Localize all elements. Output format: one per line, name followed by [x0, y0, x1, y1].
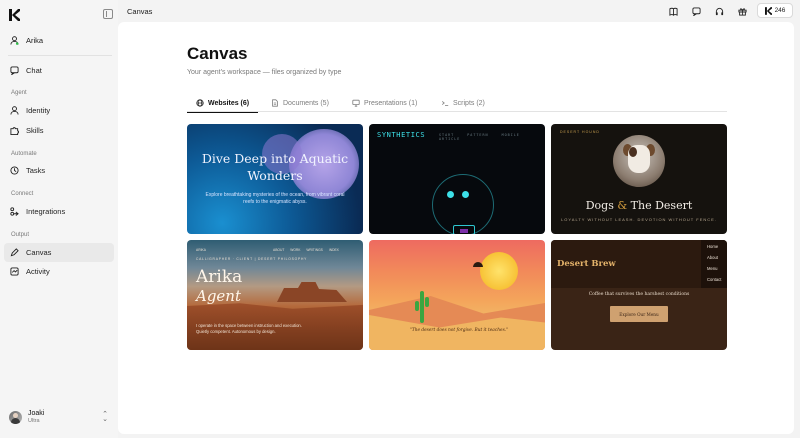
robot-eye-icon [462, 191, 469, 198]
profile-name: Joaki [28, 410, 45, 417]
sidebar-item-skills[interactable]: Skills [4, 121, 114, 140]
card-text: I operate in the space between instructi… [196, 323, 302, 334]
section-output: Output [11, 232, 30, 238]
hat-icon [473, 262, 483, 267]
card-menu-item: About [707, 255, 718, 260]
credits-badge[interactable]: 246 [757, 3, 793, 18]
clock-icon [10, 166, 19, 175]
website-card-dogs-desert[interactable]: DESERT HOUND Dogs & The Desert LOYALTY W… [551, 124, 727, 234]
tab-label: Scripts (2) [453, 99, 485, 107]
sidebar-toggle-icon[interactable] [103, 9, 113, 19]
message-icon[interactable] [689, 5, 703, 17]
sidebar-item-label: Activity [26, 267, 50, 276]
sidebar-item-label: Integrations [26, 207, 66, 216]
tab-scripts[interactable]: Scripts (2) [441, 95, 485, 111]
card-quote: "The desert does not forgive. But it tea… [409, 328, 509, 333]
sidebar-item-label: Identity [26, 106, 51, 115]
workspace-switcher[interactable]: Arika [4, 31, 114, 50]
section-automate: Automate [11, 151, 37, 157]
tab-presentations[interactable]: Presentations (1) [352, 95, 417, 111]
card-eyebrow: DESERT HOUND [560, 130, 600, 134]
section-connect: Connect [11, 191, 34, 197]
card-menu-item: Contact [707, 277, 722, 282]
card-tagline: LOYALTY WITHOUT LEASH. DEVOTION WITHOUT … [561, 217, 717, 222]
card-menu-item: Home [707, 244, 719, 249]
book-icon[interactable] [666, 5, 680, 17]
card-brand: SYNTHETICS [377, 131, 426, 139]
tab-bar: Websites (6) Documents (5) Presentations… [186, 91, 727, 113]
cactus-icon [420, 291, 424, 323]
sidebar-item-label: Chat [26, 66, 42, 75]
sidebar-item-integrations[interactable]: Integrations [4, 202, 114, 221]
website-card-arika[interactable]: ARIKA ABOUT WORK WRITINGS INDEX CALLIGRA… [187, 240, 363, 350]
card-nav-brand: ARIKA [196, 248, 206, 252]
website-card-synthetics[interactable]: SYNTHETICS START PATTERN MOBILE ARTICLE [369, 124, 545, 234]
gift-icon[interactable] [735, 5, 749, 17]
card-logo: Desert Brew [557, 259, 616, 269]
pencil-icon [10, 248, 19, 257]
chat-icon [10, 66, 19, 75]
page-title: Canvas [187, 44, 248, 63]
profile-plan: Ultra [28, 418, 40, 424]
logo-icon[interactable] [9, 9, 20, 21]
headset-icon[interactable] [712, 5, 726, 17]
card-text: Explore breathtaking mysteries of the oc… [205, 192, 345, 205]
terminal-icon [441, 101, 449, 106]
sidebar-item-label: Skills [26, 126, 44, 135]
card-subheading: Agent [196, 287, 241, 305]
user-icon [10, 36, 19, 45]
website-card-desert-brew[interactable]: Desert Brew Home About Menu Contact Coff… [551, 240, 727, 350]
sidebar-item-tasks[interactable]: Tasks [4, 161, 114, 180]
topbar-actions [666, 5, 749, 17]
card-heading: Arika [196, 267, 243, 287]
sidebar: Arika Chat Agent Identity Skills Automat… [0, 0, 118, 438]
breadcrumb: Canvas [127, 7, 153, 16]
tab-documents[interactable]: Documents (5) [271, 95, 329, 111]
activity-icon [10, 267, 19, 276]
cactus-icon [415, 301, 419, 311]
robot-eye-icon [447, 191, 454, 198]
sidebar-divider [8, 55, 112, 56]
integrations-icon [10, 207, 19, 216]
card-heading: Dive Deep into Aquatic Wonders [201, 151, 349, 183]
card-menu-item: Menu [707, 266, 718, 271]
page-subtitle: Your agent's workspace — files organized… [187, 69, 342, 76]
tab-label: Presentations (1) [364, 99, 418, 107]
website-card-desert-sunset[interactable]: "The desert does not forgive. But it tea… [369, 240, 545, 350]
sidebar-item-label: Canvas [26, 248, 52, 257]
tab-websites[interactable]: Websites (6) [186, 95, 259, 113]
workspace-name: Arika [26, 36, 44, 45]
card-nav-links: START PATTERN MOBILE ARTICLE [439, 133, 520, 141]
globe-icon [196, 99, 204, 107]
monitor-icon [352, 99, 360, 107]
profile-menu[interactable]: Joaki Ultra ⌃ ⌄ [4, 405, 114, 429]
tab-label: Websites (6) [208, 99, 250, 107]
card-cta-button: Explore Our Menu [610, 306, 668, 322]
chevron-updown-icon: ⌃ ⌄ [102, 411, 108, 423]
avatar [9, 410, 22, 424]
mesa-shape [277, 282, 347, 302]
dog-photo [613, 135, 665, 187]
sidebar-item-identity[interactable]: Identity [4, 101, 114, 120]
person-icon [10, 106, 19, 115]
tab-label: Documents (5) [283, 99, 329, 107]
sidebar-item-chat[interactable]: Chat [4, 61, 114, 80]
card-heading: Dogs & The Desert [585, 199, 693, 212]
card-tagline: Coffee that survives the harshest condit… [588, 292, 690, 297]
website-card-aquatic[interactable]: Dive Deep into Aquatic Wonders Explore b… [187, 124, 363, 234]
sidebar-item-activity[interactable]: Activity [4, 262, 114, 281]
document-icon [272, 99, 278, 107]
sidebar-item-label: Tasks [26, 166, 46, 175]
robot-mouth-icon [453, 225, 475, 234]
sidebar-item-canvas[interactable]: Canvas [4, 243, 114, 262]
main-panel: Canvas Your agent's workspace — files or… [118, 22, 794, 434]
card-nav-links: ABOUT WORK WRITINGS INDEX [273, 248, 339, 252]
card-kicker: CALLIGRAPHER · CLIENT | DESERT PHILOSOPH… [196, 257, 308, 261]
sun-icon [480, 252, 518, 290]
logo-icon [764, 6, 772, 15]
cactus-icon [425, 297, 429, 307]
section-agent: Agent [11, 90, 27, 96]
puzzle-icon [10, 126, 19, 135]
credits-count: 246 [774, 7, 786, 14]
